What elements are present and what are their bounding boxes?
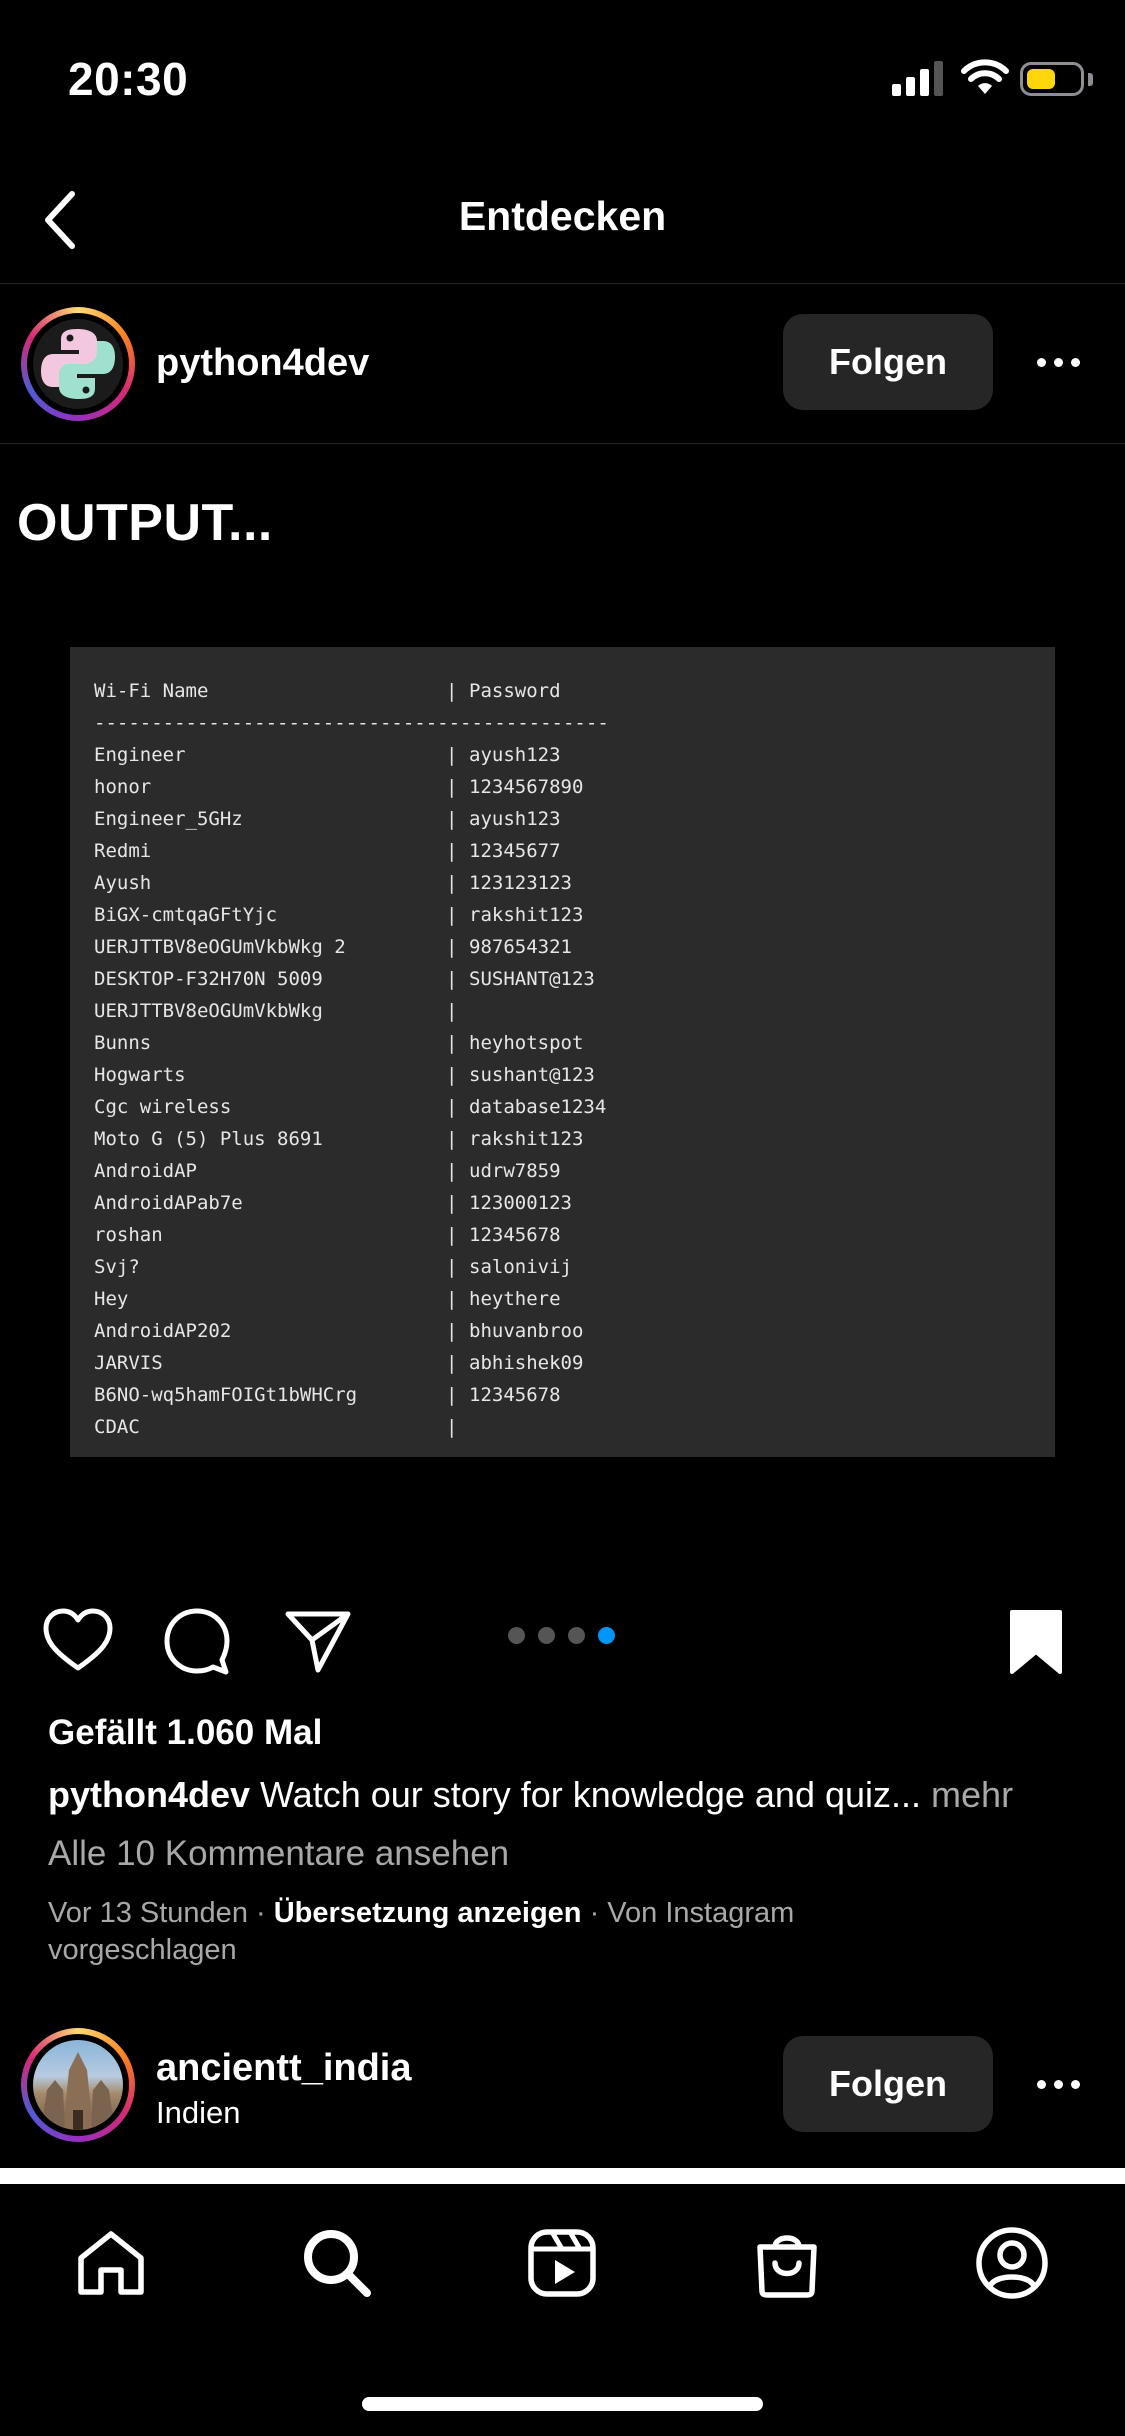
code-row: Svj? | salonivij (94, 1256, 572, 1278)
code-row: Engineer_5GHz | ayush123 (94, 808, 561, 830)
code-row: Bunns | heyhotspot (94, 1032, 584, 1054)
code-row: Hey | heythere (94, 1288, 561, 1310)
code-row: AndroidAPab7e | 123000123 (94, 1192, 572, 1214)
next-post-follow-button[interactable]: Folgen (783, 2036, 993, 2132)
code-row: Redmi | 12345677 (94, 840, 561, 862)
code-row: AndroidAP202 | bhuvanbroo (94, 1320, 584, 1342)
comment-icon[interactable] (160, 1604, 234, 1678)
like-count[interactable]: Gefällt 1.060 Mal (48, 1713, 322, 1753)
post-meta: Vor 13 Stunden · Übersetzung anzeigen · … (48, 1897, 795, 1966)
code-row: JARVIS | abhishek09 (94, 1352, 584, 1374)
wifi-icon (961, 59, 1009, 94)
code-row: UERJTTBV8eOGUmVkbWkg 2 | 987654321 (94, 936, 572, 958)
next-post-username[interactable]: ancientt_india (156, 2047, 412, 2090)
follow-button[interactable]: Folgen (783, 314, 993, 410)
code-row: AndroidAP | udrw7859 (94, 1160, 561, 1182)
status-time: 20:30 (68, 53, 189, 105)
post-header-divider (0, 443, 1125, 444)
tab-profile[interactable] (967, 2218, 1057, 2308)
profile-icon (976, 2227, 1048, 2299)
next-post-avatar[interactable] (21, 2028, 135, 2142)
tab-home[interactable] (66, 2218, 156, 2308)
code-separator: ----------------------------------------… (94, 712, 609, 734)
code-row: DESKTOP-F32H70N 5009 | SUSHANT@123 (94, 968, 595, 990)
battery-nub (1088, 73, 1093, 86)
code-output-block: Wi-Fi Name | Password --------------------… (70, 647, 1055, 1457)
carousel-dot (538, 1627, 555, 1644)
next-post-more-options-icon[interactable] (1018, 2054, 1098, 2114)
post-heading: OUTPUT... (17, 494, 273, 552)
code-row: honor | 1234567890 (94, 776, 584, 798)
tab-search[interactable] (292, 2218, 382, 2308)
share-icon[interactable] (282, 1606, 354, 1676)
code-row: Hogwarts | sushant@123 (94, 1064, 595, 1086)
next-post-location[interactable]: Indien (156, 2095, 240, 2131)
caption-more-link[interactable]: mehr (921, 1774, 1013, 1815)
python-logo-icon (41, 329, 115, 399)
post-username[interactable]: python4dev (156, 342, 369, 385)
carousel-dot (508, 1627, 525, 1644)
more-options-icon[interactable] (1018, 332, 1098, 392)
avatar[interactable] (21, 307, 135, 421)
code-row: Cgc wireless | database1234 (94, 1096, 607, 1118)
bookmark-icon[interactable] (1006, 1608, 1066, 1676)
translate-link[interactable]: Übersetzung anzeigen (274, 1897, 582, 1929)
cellular-signal-icon (892, 61, 943, 96)
home-icon (78, 2231, 144, 2295)
code-row: Moto G (5) Plus 8691 | rakshit123 (94, 1128, 584, 1150)
heart-icon[interactable] (40, 1606, 116, 1674)
code-row: Engineer | ayush123 (94, 744, 561, 766)
code-row: B6NO-wq5hamFOIGt1bWHCrg | 12345678 (94, 1384, 561, 1406)
tab-reels[interactable] (517, 2218, 607, 2308)
code-row: BiGX-cmtqaGFtYjc | rakshit123 (94, 904, 584, 926)
temple-image-icon (41, 2052, 115, 2130)
code-row: CDAC | (94, 1416, 458, 1438)
caption-username[interactable]: python4dev (48, 1774, 250, 1815)
post-timestamp: Vor 13 Stunden (48, 1897, 248, 1929)
view-comments-link[interactable]: Alle 10 Kommentare ansehen (48, 1834, 509, 1874)
header-divider (0, 283, 1125, 284)
carousel-dot (598, 1627, 615, 1644)
caption-text: Watch our story for knowledge and quiz..… (250, 1774, 922, 1815)
code-row: Ayush | 123123123 (94, 872, 572, 894)
shop-icon (757, 2235, 817, 2298)
tab-shop[interactable] (742, 2218, 832, 2308)
reels-icon (528, 2229, 596, 2297)
page-title: Entdecken (458, 193, 667, 239)
home-indicator (362, 2397, 763, 2411)
code-row: roshan | 12345678 (94, 1224, 561, 1246)
code-header-line: Wi-Fi Name | Password (94, 680, 561, 702)
post-caption: python4dev Watch our story for knowledge… (48, 1774, 1013, 1816)
battery-icon (1020, 62, 1084, 96)
search-icon (304, 2230, 371, 2297)
carousel-dot (568, 1627, 585, 1644)
next-post-image-edge (0, 2168, 1125, 2184)
carousel-indicator (508, 1627, 615, 1644)
code-row: UERJTTBV8eOGUmVkbWkg | (94, 1000, 458, 1022)
